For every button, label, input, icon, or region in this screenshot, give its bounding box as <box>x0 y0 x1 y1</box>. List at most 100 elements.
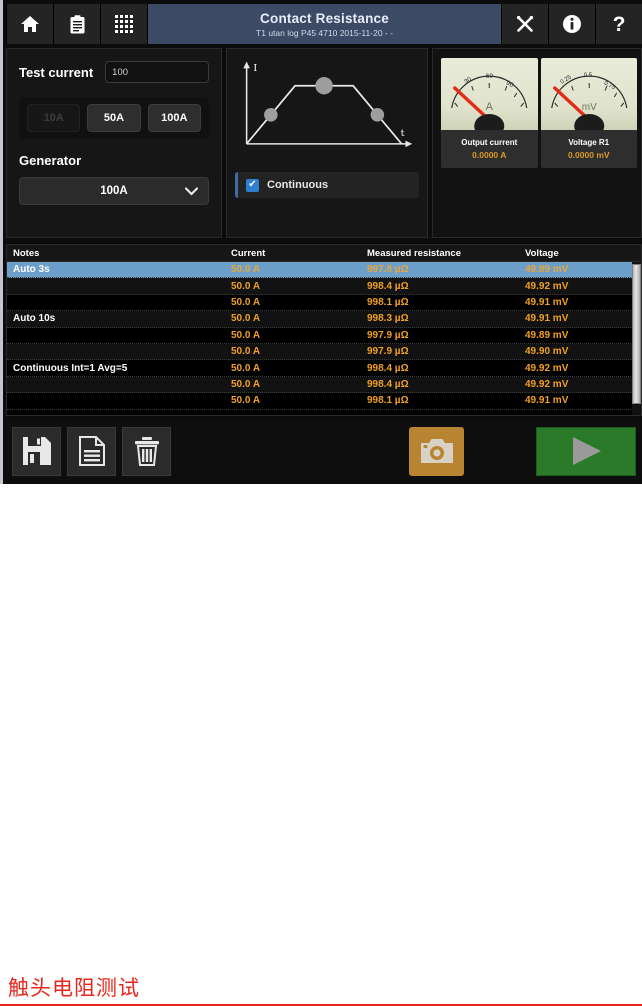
waveform-panel: I t ✔ Continuous <box>226 48 428 238</box>
graph-x-label: t <box>401 128 405 139</box>
save-button[interactable] <box>12 427 61 476</box>
cell-voltage: 49.89 mV <box>525 264 641 275</box>
play-icon <box>569 435 603 467</box>
continuous-checkbox-row[interactable]: ✔ Continuous <box>235 172 419 198</box>
help-icon[interactable]: ? <box>595 4 642 44</box>
cell-voltage: 49.92 mV <box>525 363 641 374</box>
column-header-notes: Notes <box>7 248 231 259</box>
cell-resistance: 998.4 µΩ <box>367 379 525 390</box>
top-navigation-bar: Contact Resistance T1 utan log P45 4710 … <box>6 4 642 44</box>
table-header-row: Notes Current Measured resistance Voltag… <box>7 245 641 262</box>
output-current-dial: 30 60 90 A <box>441 58 538 130</box>
current-waveform-graph[interactable]: I t <box>235 57 419 161</box>
page-title-area: Contact Resistance T1 utan log P45 4710 … <box>148 4 501 44</box>
info-icon[interactable] <box>548 4 595 44</box>
table-row[interactable]: Auto 10s 50.0 A 998.3 µΩ 49.91 mV <box>7 311 641 327</box>
delete-button[interactable] <box>122 427 171 476</box>
test-current-panel: Test current 100 10A 50A 100A Generator … <box>6 48 222 238</box>
dial-unit-a: A <box>486 101 494 113</box>
cell-current: 50.0 A <box>231 281 367 292</box>
output-current-dial-face: 30 60 90 A <box>441 58 538 130</box>
cell-voltage: 49.91 mV <box>525 395 641 406</box>
table-row[interactable]: 50.0 A 998.4 µΩ 49.92 mV <box>7 278 641 294</box>
meters-panel: 30 60 90 A Output current 0.0000 A <box>432 48 642 238</box>
voltage-r1-dial: 0.25 0.5 0.75 mV <box>541 58 638 130</box>
cell-current: 50.0 A <box>231 297 367 308</box>
voltage-r1-dial-face: 0.25 0.5 0.75 mV <box>541 58 638 130</box>
cell-resistance: 997.9 µΩ <box>367 346 525 357</box>
preset-100a-button[interactable]: 100A <box>148 104 201 132</box>
table-row[interactable]: 50.0 A 998.4 µΩ 49.92 mV <box>7 377 641 393</box>
continuous-checkbox[interactable]: ✔ <box>246 179 259 192</box>
help-icon-glyph: ? <box>613 14 626 35</box>
home-icon[interactable] <box>6 4 54 44</box>
dial-unit-mv: mV <box>581 102 596 113</box>
tools-icon[interactable] <box>501 4 548 44</box>
cell-resistance: 998.4 µΩ <box>367 363 525 374</box>
table-scrollbar[interactable] <box>632 262 641 416</box>
grid-icon[interactable] <box>101 4 148 44</box>
cell-voltage: 49.91 mV <box>525 313 641 324</box>
cell-notes: Continuous Int=1 Avg=5 <box>7 363 231 374</box>
cell-current: 50.0 A <box>231 363 367 374</box>
column-header-resistance: Measured resistance <box>367 248 525 259</box>
test-current-input[interactable]: 100 <box>105 61 209 83</box>
instrument-screen: Contact Resistance T1 utan log P45 4710 … <box>0 0 642 484</box>
cell-current: 50.0 A <box>231 346 367 357</box>
cell-voltage: 49.90 mV <box>525 346 641 357</box>
table-row[interactable]: Auto 3s 50.0 A 997.8 µΩ 49.89 mV <box>7 262 641 278</box>
document-icon <box>78 436 106 466</box>
page-subtitle: T1 utan log P45 4710 2015-11-20 - - <box>256 28 393 38</box>
test-current-row: Test current 100 <box>19 61 209 83</box>
cell-current: 50.0 A <box>231 313 367 324</box>
meter-voltage-r1: 0.25 0.5 0.75 mV Voltage R1 0.0000 mV <box>541 58 638 168</box>
table-scrollbar-thumb[interactable] <box>632 264 641 404</box>
cell-current: 50.0 A <box>231 264 367 275</box>
cell-voltage: 49.92 mV <box>525 281 641 292</box>
caption-text: 触头电阻测试 <box>8 972 140 1002</box>
camera-icon <box>421 438 453 464</box>
home-icon-glyph <box>20 15 40 33</box>
table-row[interactable]: 50.0 A 997.9 µΩ 49.89 mV <box>7 328 641 344</box>
preset-50a-button[interactable]: 50A <box>87 104 140 132</box>
clipboard-icon[interactable] <box>54 4 101 44</box>
cell-resistance: 997.8 µΩ <box>367 264 525 275</box>
clipboard-icon-glyph <box>70 15 85 34</box>
test-current-label: Test current <box>19 65 93 80</box>
table-row[interactable]: Continuous Int=1 Avg=5 50.0 A 998.4 µΩ 4… <box>7 360 641 376</box>
cell-notes: Auto 10s <box>7 313 231 324</box>
cell-resistance: 998.1 µΩ <box>367 395 525 406</box>
info-icon-glyph <box>562 14 582 34</box>
grid-icon-glyph <box>115 15 133 33</box>
cell-voltage: 49.91 mV <box>525 297 641 308</box>
dial-tick-075: 0.75 <box>602 80 616 91</box>
table-row[interactable]: 50.0 A 998.1 µΩ 49.91 mV <box>7 295 641 311</box>
floppy-disk-icon <box>22 436 52 466</box>
caption-area: 触头电阻测试 <box>0 484 642 528</box>
start-button[interactable] <box>536 427 636 476</box>
column-header-voltage: Voltage <box>525 248 641 259</box>
meter-output-current: 30 60 90 A Output current 0.0000 A <box>441 58 538 168</box>
current-preset-group: 10A 50A 100A <box>19 97 209 139</box>
tools-icon-glyph <box>515 14 535 34</box>
table-row[interactable]: 50.0 A 997.9 µΩ 49.90 mV <box>7 344 641 360</box>
output-current-name: Output current <box>461 138 517 147</box>
cell-resistance: 998.3 µΩ <box>367 313 525 324</box>
screenshot-root: Contact Resistance T1 utan log P45 4710 … <box>0 0 642 528</box>
dial-tick-30: 30 <box>463 76 473 86</box>
cell-current: 50.0 A <box>231 395 367 406</box>
generator-select[interactable]: 100A <box>19 177 209 205</box>
trash-icon <box>133 436 161 466</box>
cell-voltage: 49.89 mV <box>525 330 641 341</box>
dial-tick-05: 0.5 <box>583 73 592 79</box>
preset-10a-button[interactable]: 10A <box>27 104 80 132</box>
cell-resistance: 998.1 µΩ <box>367 297 525 308</box>
cell-resistance: 998.4 µΩ <box>367 281 525 292</box>
voltage-r1-readout: Voltage R1 0.0000 mV <box>541 130 638 168</box>
voltage-r1-value: 0.0000 mV <box>568 150 610 160</box>
report-button[interactable] <box>67 427 116 476</box>
dial-tick-60: 60 <box>486 73 494 80</box>
continuous-label: Continuous <box>267 179 328 191</box>
table-row[interactable]: 50.0 A 998.1 µΩ 49.91 mV <box>7 393 641 409</box>
screenshot-button[interactable] <box>409 427 464 476</box>
